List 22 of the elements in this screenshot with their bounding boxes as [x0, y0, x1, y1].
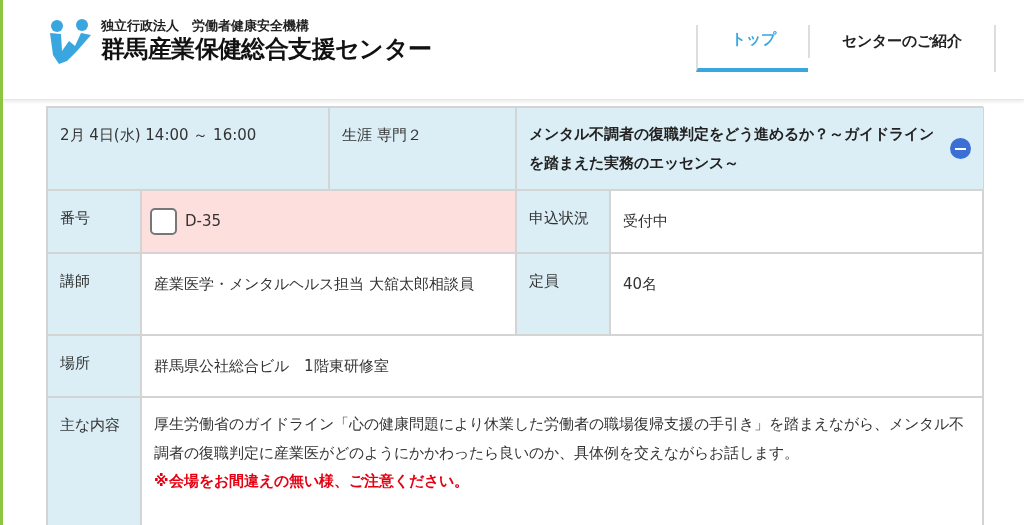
- collapse-icon[interactable]: [950, 138, 971, 159]
- field-label: 講師: [47, 252, 141, 335]
- content-text: 厚生労働省のガイドライン「心の健康問題により休業した労働者の職場復帰支援の手引き」を踏まえながら、メンタル不調者の復職判定に産業医がどのようにかかわったら良いのか、具体例を交えながらお話します。: [154, 414, 965, 464]
- category: 生涯 専門２: [329, 107, 516, 190]
- field-label: 申込状況: [516, 190, 610, 253]
- field-value: 受付中: [610, 190, 984, 253]
- seminar-number: D-35: [185, 211, 222, 232]
- seminar-title: メンタル不調者の復職判定をどう進めるか？～ガイドラインを踏まえた実務のエッセンス～: [529, 124, 935, 174]
- field-label: 主な内容: [47, 397, 141, 525]
- logo-icon: [47, 17, 93, 65]
- organization-name: 独立行政法人 労働者健康安全機構: [101, 17, 310, 35]
- date-time: 2月 4日(水) 14:00 ～ 16:00: [47, 107, 329, 190]
- field-label: 場所: [47, 334, 141, 397]
- field-label: 定員: [516, 252, 610, 335]
- field-value: 40名: [610, 252, 984, 335]
- notice-text: ※会場をお間違えの無い様、ご注意ください。: [154, 471, 470, 492]
- field-value: 群馬県公社総合ビル 1階東研修室: [141, 334, 984, 397]
- field-label: 番号: [47, 190, 141, 253]
- site-title: 群馬産業保健総合支援センター: [101, 34, 432, 65]
- nav-tab[interactable]: センターのご紹介: [808, 25, 994, 58]
- field-value: 産業医学・メンタルヘルス担当 大舘太郎相談員: [141, 252, 516, 335]
- checkbox[interactable]: [150, 207, 177, 235]
